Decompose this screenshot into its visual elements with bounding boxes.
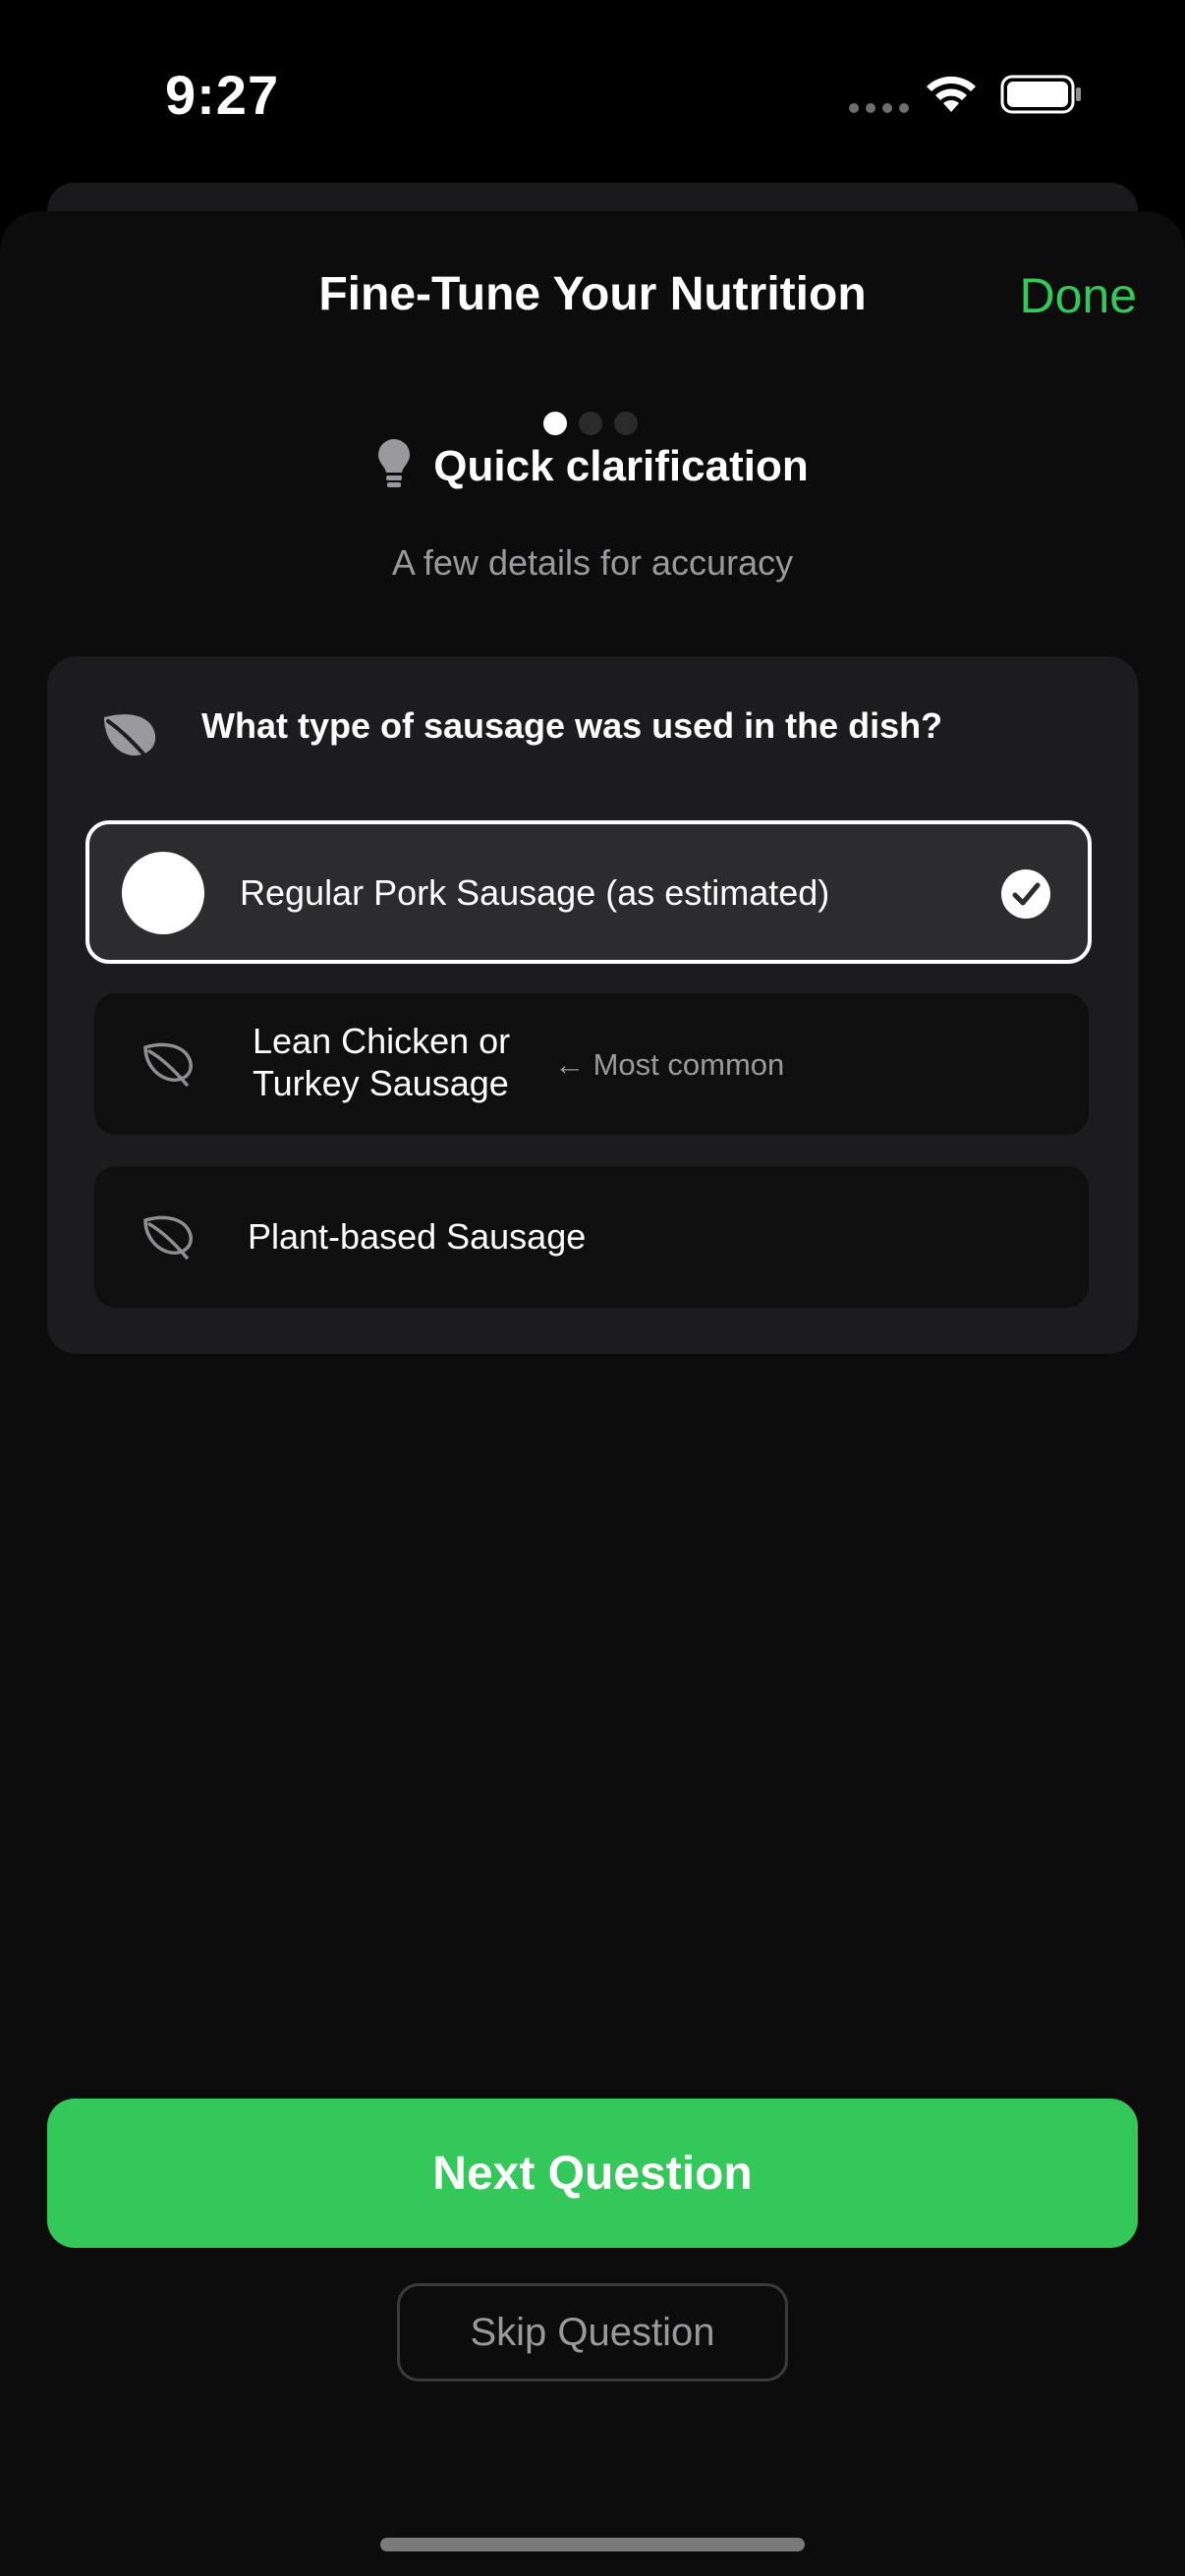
option-label: Lean Chicken or Turkey Sausage	[253, 1021, 511, 1103]
skip-question-button[interactable]: Skip Question	[397, 2283, 788, 2381]
most-common-hint: ← Most common	[554, 1047, 785, 1082]
status-time: 9:27	[165, 64, 280, 126]
option-label: Plant-based Sausage	[248, 1216, 587, 1257]
page-dot	[579, 412, 602, 435]
option-label: Regular Pork Sausage (as estimated)	[240, 872, 830, 913]
clarification-header: Quick clarification	[0, 437, 1185, 495]
option-lean-chicken-turkey-sausage[interactable]: Lean Chicken or Turkey Sausage ← Most co…	[94, 993, 1089, 1135]
page-indicator	[543, 412, 638, 435]
leaf-icon	[98, 707, 159, 767]
sheet-title: Fine-Tune Your Nutrition	[318, 268, 867, 320]
option-plant-based-sausage[interactable]: Plant-based Sausage	[94, 1166, 1089, 1308]
home-indicator[interactable]	[380, 2538, 805, 2551]
status-bar: 9:27	[0, 0, 1185, 187]
clarification-title: Quick clarification	[433, 441, 809, 490]
done-button[interactable]: Done	[1019, 267, 1137, 324]
clarification-subtitle: A few details for accuracy	[391, 542, 794, 583]
question-card: What type of sausage was used in the dis…	[47, 656, 1138, 1354]
circle-icon	[122, 852, 204, 934]
page-dot-active	[543, 412, 567, 435]
question-text: What type of sausage was used in the dis…	[201, 705, 943, 746]
page-dot	[614, 412, 638, 435]
checkmark-icon	[1001, 869, 1050, 919]
signal-dots-icon	[849, 103, 909, 113]
option-regular-pork-sausage[interactable]: Regular Pork Sausage (as estimated)	[85, 820, 1092, 964]
leaf-outline-icon	[141, 1039, 195, 1092]
leaf-outline-icon	[141, 1212, 195, 1264]
next-question-button[interactable]: Next Question	[47, 2099, 1138, 2248]
battery-icon	[1000, 75, 1083, 119]
wifi-icon	[924, 73, 979, 119]
lightbulb-icon	[376, 437, 412, 495]
